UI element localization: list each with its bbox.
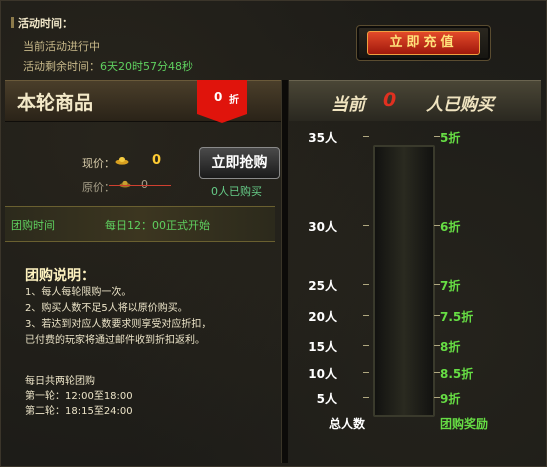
activity-remaining: 活动剩余时间：6天20时57分48秒 [23,58,193,74]
tier-discount: 7折 [440,279,461,293]
gold-ingot-icon [119,180,131,188]
progress-tube [373,145,435,417]
heading-bar-icon [11,17,14,28]
schedule-line: 第二轮：18:15至24:00 [25,406,133,417]
rule-line: 2、购买人数不足5人将以原价购买。 [25,303,188,314]
tier-people: 20人 [308,310,337,324]
recharge-button[interactable]: 立即充值 [356,25,491,61]
rule-line: 3、若达到对应人数要求则享受对应折扣， [25,319,212,330]
tier-people: 25人 [308,279,337,293]
tier-tick [363,225,369,226]
tier-discount: 9折 [440,392,461,406]
tier-tick [434,397,440,398]
discount-unit: 折 [229,95,239,106]
group-time-bar: 团购时间 每日12：00正式开始 [5,206,275,242]
group-reward-label: 团购奖励 [440,417,489,431]
total-people-label: 总人数 [329,417,366,431]
tier-people: 10人 [308,367,337,381]
price-now-label: 现价： [82,157,115,170]
current-count: 0 [383,89,397,111]
tier-tick [363,372,369,373]
tier-discount: 5折 [440,131,461,145]
tier-people: 30人 [308,220,337,234]
tier-tick [363,345,369,346]
tier-tick [363,136,369,137]
tier-people: 5人 [316,392,337,406]
group-buy-panel: 活动时间： 当前活动进行中 活动剩余时间：6天20时57分48秒 立即充值 本轮… [0,0,547,467]
remain-value: 6天20时57分48秒 [100,60,193,73]
bought-label: 人已购买 [426,95,494,115]
discount-value: 0 [214,90,223,104]
tier-discount: 7.5折 [440,310,474,324]
discount-badge: 0 折 [197,80,247,123]
tier-tick [434,315,440,316]
recharge-label: 立即充值 [367,31,480,55]
activity-status: 当前活动进行中 [23,40,100,53]
product-title: 本轮商品 [17,92,94,114]
rule-line: 已付费的玩家将通过邮件收到折扣返利。 [25,335,205,346]
tier-tick [363,284,369,285]
rules-list: 1、每人每轮限购一次。 2、购买人数不足5人将以原价购买。 3、若达到对应人数要… [25,285,211,349]
tier-tick [434,372,440,373]
tier-tick [434,136,440,137]
price-old-label: 原价： [82,181,115,194]
gold-ingot-icon [115,157,129,165]
current-buyers-header: 当前 0 人已购买 [289,80,541,121]
bought-count: 0人已购买 [211,185,262,198]
schedule-list: 每日共两轮团购 第一轮：12:00至18:00 第二轮：18:15至24:00 [25,374,133,419]
panel-divider [281,80,288,463]
price-now: 0 [152,153,162,168]
tier-discount: 8折 [440,340,461,354]
rules-title: 团购说明： [25,268,95,284]
tier-people: 15人 [308,340,337,354]
tier-people: 35人 [308,131,337,145]
tier-discount: 6折 [440,220,461,234]
schedule-line: 每日共两轮团购 [25,376,95,387]
schedule-line: 第一轮：12:00至18:00 [25,391,133,402]
activity-time-heading: 活动时间： [11,15,73,31]
remain-label: 活动剩余时间： [23,60,100,73]
buy-now-button[interactable]: 立即抢购 [199,147,280,179]
strikethrough-line [109,185,171,186]
tier-discount: 8.5折 [440,367,474,381]
current-label: 当前 [331,95,365,115]
tier-tick [363,315,369,316]
rule-line: 1、每人每轮限购一次。 [25,287,132,298]
tier-tick [434,284,440,285]
tier-tick [434,225,440,226]
tier-tick [434,345,440,346]
group-time-value: 每日12：00正式开始 [105,219,210,232]
activity-time-label: 活动时间： [18,17,73,30]
tier-tick [363,397,369,398]
group-time-label: 团购时间 [11,219,55,232]
